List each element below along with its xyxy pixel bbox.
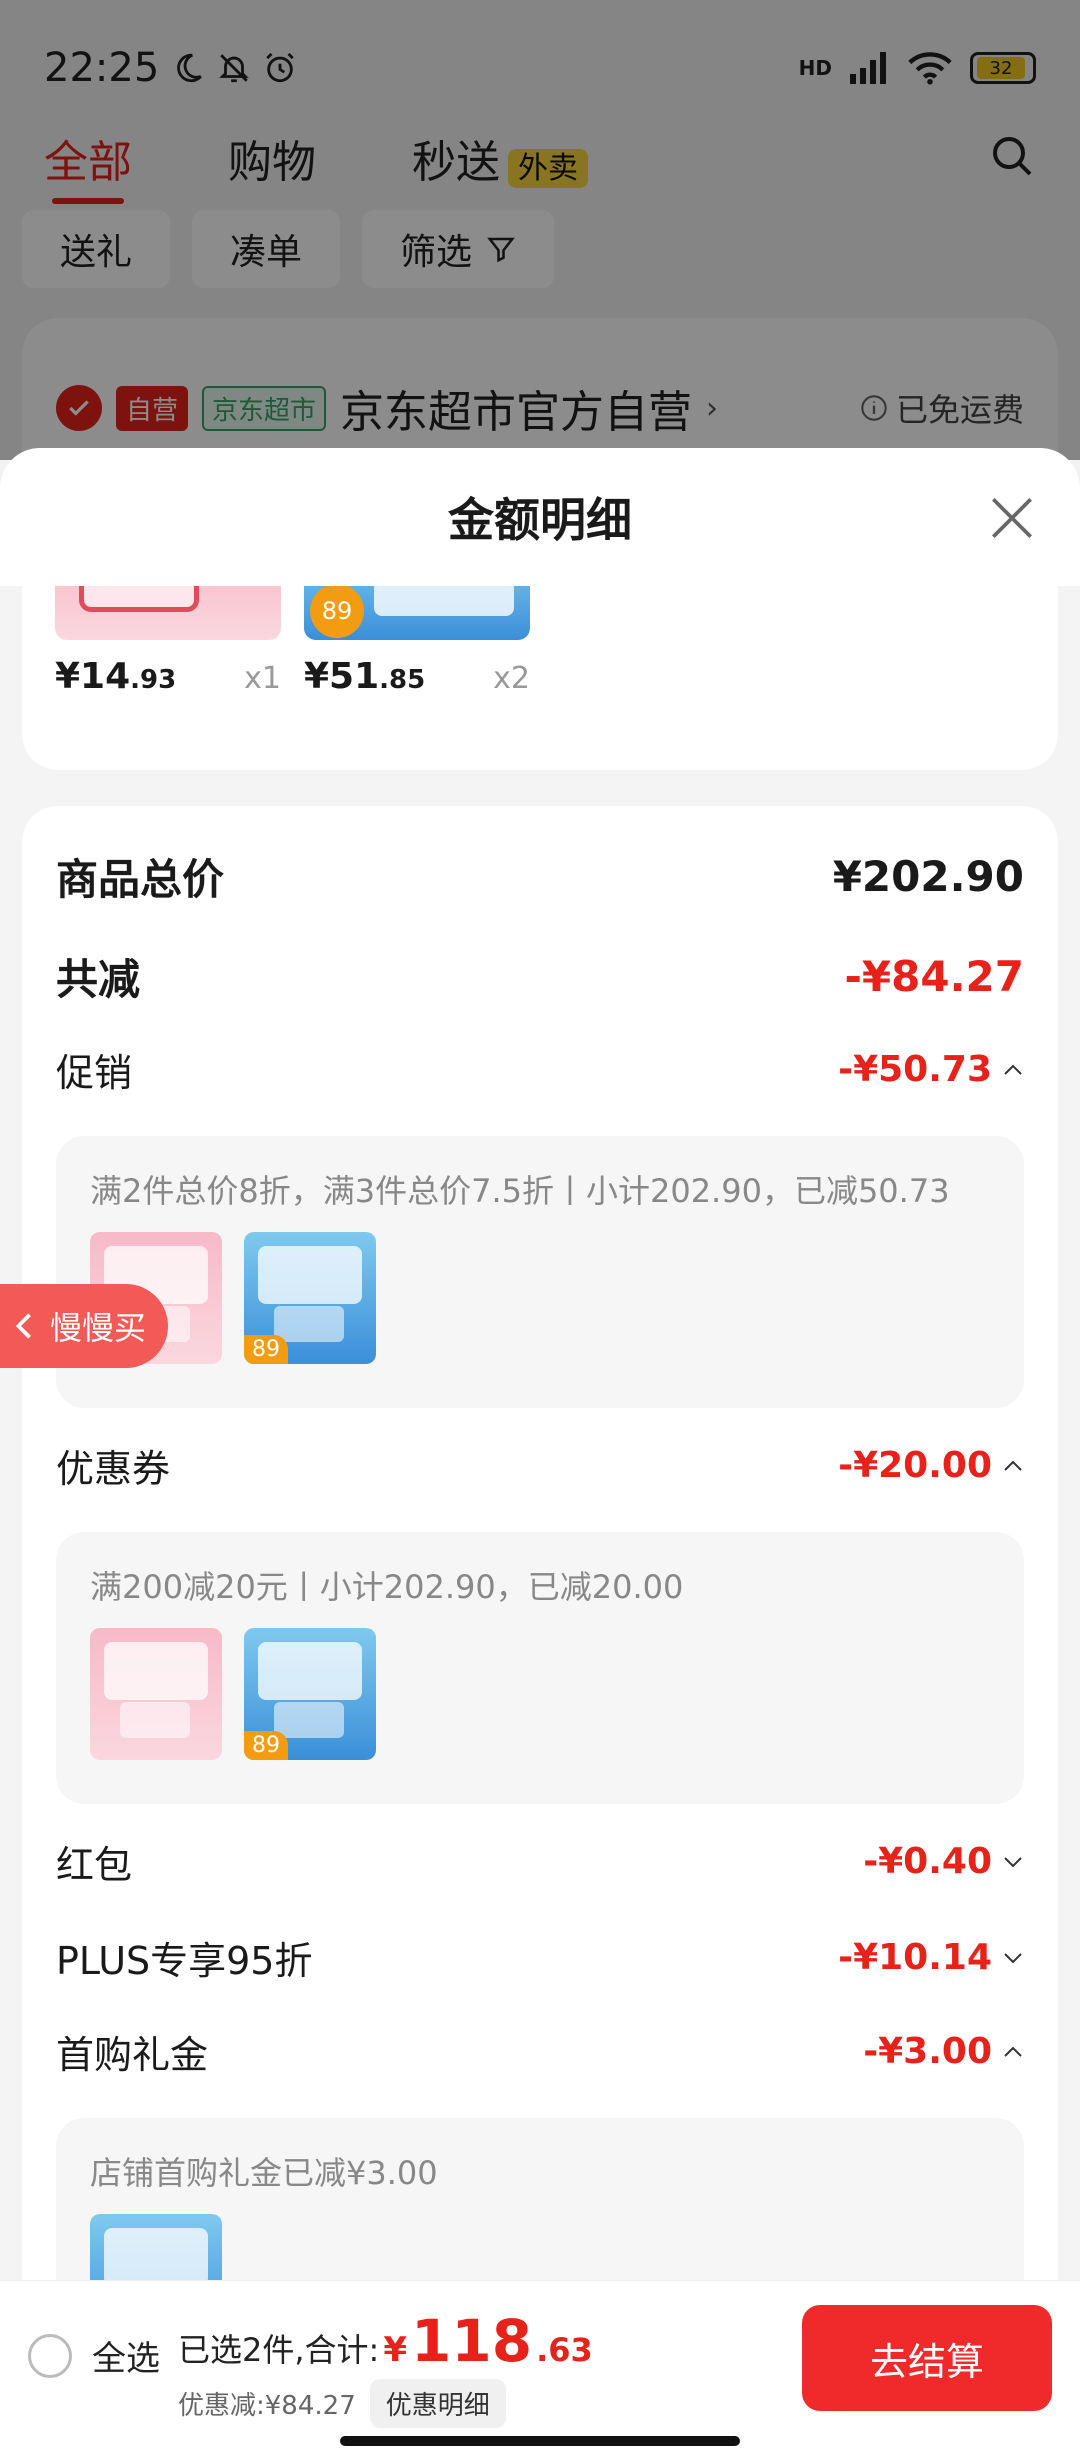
coupon-label: 优惠券 [56, 1447, 171, 1491]
plus-label: PLUS专享95折 [56, 1939, 313, 1983]
total-amount: 118 [411, 2307, 533, 2375]
chevron-down-icon [1004, 1856, 1022, 1867]
order-summary: 已选2件,合计: ¥ 118 .63 优惠减:¥84.27 优惠明细 [178, 2307, 593, 2428]
select-all[interactable]: 全选 [28, 2331, 160, 2380]
item-quantity: x2 [493, 661, 530, 696]
firstbuy-label: 首购礼金 [56, 2033, 209, 2077]
redpacket-row[interactable]: 红包 -¥0.40 [56, 1834, 1024, 1889]
coupon-value: -¥20.00 [838, 1445, 1024, 1486]
product-thumb: 89 [244, 1232, 376, 1364]
coupon-description: 满200减20元丨小计202.90，已减20.00 [90, 1568, 684, 1606]
total-row: 商品总价 ¥202.90 [56, 846, 1024, 907]
selected-count: 已选2件,合计: [178, 2331, 380, 2369]
firstbuy-value: -¥3.00 [863, 2031, 1024, 2072]
chevron-up-icon [1004, 2046, 1022, 2057]
home-indicator[interactable] [340, 2436, 740, 2446]
plus-row[interactable]: PLUS专享95折 -¥10.14 [56, 1930, 1024, 1985]
amount-detail-sheet: 金额明细 ¥14.93 x1 89 ¥51.85 x2 慢慢买 商品总价 ¥20… [0, 448, 1080, 2460]
product-thumb: 89 [244, 1628, 376, 1760]
firstbuy-description: 店铺首购礼金已减¥3.00 [90, 2154, 438, 2192]
sheet-header: 金额明细 [0, 448, 1080, 586]
total-label: 商品总价 [56, 855, 225, 904]
item-price-row: ¥14.93 x1 [55, 656, 281, 697]
product-badge: 89 [310, 584, 364, 638]
redpacket-value: -¥0.40 [863, 1841, 1024, 1882]
summary-discount-line: 优惠减:¥84.27 优惠明细 [178, 2379, 593, 2428]
product-thumb [90, 1628, 222, 1760]
total-decimal: .63 [536, 2331, 593, 2369]
product-badge: 89 [244, 1335, 288, 1364]
sheet-title: 金额明细 [448, 493, 632, 547]
coupon-row[interactable]: 优惠券 -¥20.00 [56, 1438, 1024, 1493]
item-price: ¥14.93 [55, 656, 177, 697]
redpacket-label: 红包 [56, 1843, 133, 1887]
promo-label: 促销 [56, 1051, 133, 1095]
firstbuy-row[interactable]: 首购礼金 -¥3.00 [56, 2024, 1024, 2079]
product-badge: 89 [244, 1731, 288, 1760]
item-quantity: x1 [244, 661, 281, 696]
chevron-up-icon [1004, 1460, 1022, 1471]
total-value: ¥202.90 [832, 852, 1024, 901]
chevron-left-icon [15, 1313, 31, 1339]
checkout-button[interactable]: 去结算 [802, 2305, 1052, 2411]
checkout-bar: 全选 已选2件,合计: ¥ 118 .63 优惠减:¥84.27 优惠明细 去结… [0, 2280, 1080, 2460]
reduction-value: -¥84.27 [844, 952, 1024, 1001]
coupon-thumbs: 89 [90, 1628, 376, 1760]
promo-detail-box: 满2件总价8折，满3件总价7.5折丨小计202.90，已减50.73 89 [56, 1136, 1024, 1408]
close-icon[interactable] [984, 490, 1040, 546]
select-all-radio[interactable] [28, 2333, 72, 2378]
chevron-down-icon [1004, 1952, 1022, 1963]
float-price-tracker[interactable]: 慢慢买 [0, 1284, 168, 1368]
plus-value: -¥10.14 [838, 1937, 1024, 1978]
coupon-detail-box: 满200减20元丨小计202.90，已减20.00 89 [56, 1532, 1024, 1804]
item-price-row: ¥51.85 x2 [304, 656, 530, 697]
reduction-label: 共减 [56, 955, 141, 1004]
discount-detail-link[interactable]: 优惠明细 [369, 2379, 506, 2428]
promo-row[interactable]: 促销 -¥50.73 [56, 1042, 1024, 1097]
item-price: ¥51.85 [304, 656, 426, 697]
promo-value: -¥50.73 [838, 1049, 1024, 1090]
total-currency: ¥ [383, 2330, 407, 2370]
summary-total-line: 已选2件,合计: ¥ 118 .63 [178, 2307, 593, 2375]
chevron-up-icon [1004, 1064, 1022, 1075]
reduction-row: 共减 -¥84.27 [56, 946, 1024, 1007]
promo-description: 满2件总价8折，满3件总价7.5折丨小计202.90，已减50.73 [90, 1172, 950, 1210]
select-all-label: 全选 [92, 2339, 160, 2379]
amount-detail-card: 商品总价 ¥202.90 共减 -¥84.27 促销 -¥50.73 满2件总价… [22, 806, 1058, 2460]
discount-amount: 优惠减:¥84.27 [178, 2391, 356, 2421]
dim-overlay[interactable] [0, 0, 1080, 460]
